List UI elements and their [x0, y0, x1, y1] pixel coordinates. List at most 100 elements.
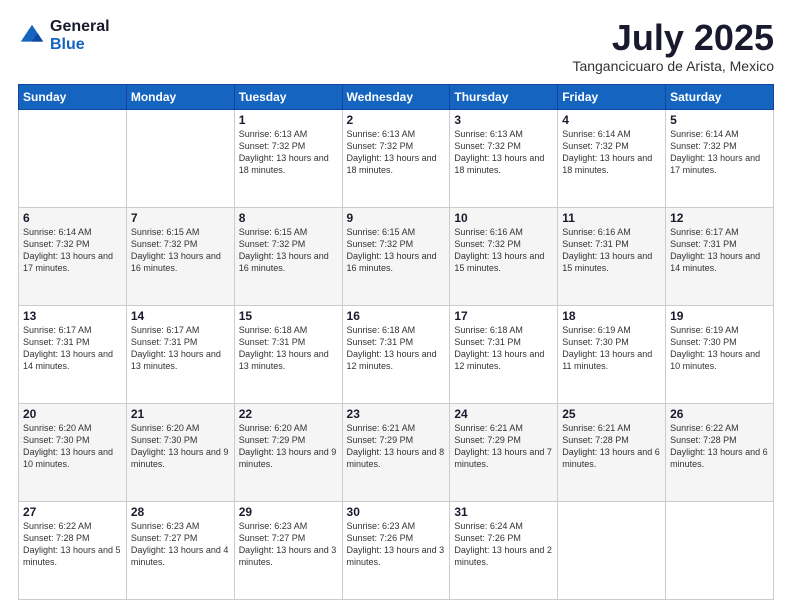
calendar-cell: 15Sunrise: 6:18 AMSunset: 7:31 PMDayligh… — [234, 305, 342, 403]
calendar-cell: 7Sunrise: 6:15 AMSunset: 7:32 PMDaylight… — [126, 207, 234, 305]
calendar-header-monday: Monday — [126, 84, 234, 109]
calendar-cell: 18Sunrise: 6:19 AMSunset: 7:30 PMDayligh… — [558, 305, 666, 403]
logo-icon — [18, 22, 46, 50]
day-number: 24 — [454, 407, 553, 421]
day-info: Sunrise: 6:21 AMSunset: 7:29 PMDaylight:… — [454, 422, 553, 471]
calendar-cell: 11Sunrise: 6:16 AMSunset: 7:31 PMDayligh… — [558, 207, 666, 305]
calendar-cell: 21Sunrise: 6:20 AMSunset: 7:30 PMDayligh… — [126, 403, 234, 501]
day-number: 26 — [670, 407, 769, 421]
calendar-header-sunday: Sunday — [19, 84, 127, 109]
logo-line2: Blue — [50, 36, 110, 54]
calendar-header-tuesday: Tuesday — [234, 84, 342, 109]
calendar-cell: 3Sunrise: 6:13 AMSunset: 7:32 PMDaylight… — [450, 109, 558, 207]
day-number: 5 — [670, 113, 769, 127]
calendar-cell: 6Sunrise: 6:14 AMSunset: 7:32 PMDaylight… — [19, 207, 127, 305]
calendar-cell: 9Sunrise: 6:15 AMSunset: 7:32 PMDaylight… — [342, 207, 450, 305]
day-info: Sunrise: 6:23 AMSunset: 7:27 PMDaylight:… — [131, 520, 230, 569]
calendar-cell: 30Sunrise: 6:23 AMSunset: 7:26 PMDayligh… — [342, 501, 450, 599]
day-info: Sunrise: 6:24 AMSunset: 7:26 PMDaylight:… — [454, 520, 553, 569]
subtitle: Tangancicuaro de Arista, Mexico — [572, 58, 774, 74]
day-number: 13 — [23, 309, 122, 323]
day-info: Sunrise: 6:23 AMSunset: 7:26 PMDaylight:… — [347, 520, 446, 569]
day-info: Sunrise: 6:15 AMSunset: 7:32 PMDaylight:… — [239, 226, 338, 275]
day-number: 29 — [239, 505, 338, 519]
day-info: Sunrise: 6:15 AMSunset: 7:32 PMDaylight:… — [347, 226, 446, 275]
day-number: 19 — [670, 309, 769, 323]
day-number: 31 — [454, 505, 553, 519]
calendar-cell: 8Sunrise: 6:15 AMSunset: 7:32 PMDaylight… — [234, 207, 342, 305]
day-info: Sunrise: 6:16 AMSunset: 7:32 PMDaylight:… — [454, 226, 553, 275]
day-info: Sunrise: 6:15 AMSunset: 7:32 PMDaylight:… — [131, 226, 230, 275]
calendar-table: SundayMondayTuesdayWednesdayThursdayFrid… — [18, 84, 774, 600]
day-number: 11 — [562, 211, 661, 225]
calendar-header-thursday: Thursday — [450, 84, 558, 109]
calendar-cell: 4Sunrise: 6:14 AMSunset: 7:32 PMDaylight… — [558, 109, 666, 207]
day-info: Sunrise: 6:20 AMSunset: 7:29 PMDaylight:… — [239, 422, 338, 471]
day-number: 16 — [347, 309, 446, 323]
day-number: 8 — [239, 211, 338, 225]
calendar-cell: 13Sunrise: 6:17 AMSunset: 7:31 PMDayligh… — [19, 305, 127, 403]
logo-text: General Blue — [50, 18, 110, 53]
day-number: 15 — [239, 309, 338, 323]
day-number: 21 — [131, 407, 230, 421]
calendar-cell: 20Sunrise: 6:20 AMSunset: 7:30 PMDayligh… — [19, 403, 127, 501]
calendar-week-1: 1Sunrise: 6:13 AMSunset: 7:32 PMDaylight… — [19, 109, 774, 207]
day-number: 7 — [131, 211, 230, 225]
calendar-cell: 2Sunrise: 6:13 AMSunset: 7:32 PMDaylight… — [342, 109, 450, 207]
day-number: 14 — [131, 309, 230, 323]
day-info: Sunrise: 6:14 AMSunset: 7:32 PMDaylight:… — [23, 226, 122, 275]
calendar-cell: 17Sunrise: 6:18 AMSunset: 7:31 PMDayligh… — [450, 305, 558, 403]
day-info: Sunrise: 6:18 AMSunset: 7:31 PMDaylight:… — [347, 324, 446, 373]
day-info: Sunrise: 6:17 AMSunset: 7:31 PMDaylight:… — [23, 324, 122, 373]
calendar-header-friday: Friday — [558, 84, 666, 109]
day-info: Sunrise: 6:23 AMSunset: 7:27 PMDaylight:… — [239, 520, 338, 569]
day-info: Sunrise: 6:14 AMSunset: 7:32 PMDaylight:… — [562, 128, 661, 177]
calendar-cell: 14Sunrise: 6:17 AMSunset: 7:31 PMDayligh… — [126, 305, 234, 403]
day-number: 4 — [562, 113, 661, 127]
calendar-cell: 25Sunrise: 6:21 AMSunset: 7:28 PMDayligh… — [558, 403, 666, 501]
calendar-header-row: SundayMondayTuesdayWednesdayThursdayFrid… — [19, 84, 774, 109]
calendar-cell: 27Sunrise: 6:22 AMSunset: 7:28 PMDayligh… — [19, 501, 127, 599]
calendar-cell: 12Sunrise: 6:17 AMSunset: 7:31 PMDayligh… — [666, 207, 774, 305]
day-info: Sunrise: 6:22 AMSunset: 7:28 PMDaylight:… — [670, 422, 769, 471]
day-info: Sunrise: 6:14 AMSunset: 7:32 PMDaylight:… — [670, 128, 769, 177]
calendar-cell: 19Sunrise: 6:19 AMSunset: 7:30 PMDayligh… — [666, 305, 774, 403]
header: General Blue July 2025 Tangancicuaro de … — [18, 18, 774, 74]
calendar-cell: 10Sunrise: 6:16 AMSunset: 7:32 PMDayligh… — [450, 207, 558, 305]
calendar-week-3: 13Sunrise: 6:17 AMSunset: 7:31 PMDayligh… — [19, 305, 774, 403]
title-block: July 2025 Tangancicuaro de Arista, Mexic… — [572, 18, 774, 74]
day-number: 1 — [239, 113, 338, 127]
logo: General Blue — [18, 18, 110, 53]
day-number: 2 — [347, 113, 446, 127]
day-info: Sunrise: 6:19 AMSunset: 7:30 PMDaylight:… — [670, 324, 769, 373]
calendar-header-saturday: Saturday — [666, 84, 774, 109]
calendar-cell: 31Sunrise: 6:24 AMSunset: 7:26 PMDayligh… — [450, 501, 558, 599]
day-info: Sunrise: 6:18 AMSunset: 7:31 PMDaylight:… — [454, 324, 553, 373]
day-number: 6 — [23, 211, 122, 225]
calendar-header-wednesday: Wednesday — [342, 84, 450, 109]
day-info: Sunrise: 6:18 AMSunset: 7:31 PMDaylight:… — [239, 324, 338, 373]
calendar-cell — [126, 109, 234, 207]
day-info: Sunrise: 6:21 AMSunset: 7:28 PMDaylight:… — [562, 422, 661, 471]
main-title: July 2025 — [572, 18, 774, 58]
calendar-cell: 24Sunrise: 6:21 AMSunset: 7:29 PMDayligh… — [450, 403, 558, 501]
calendar-cell — [19, 109, 127, 207]
day-info: Sunrise: 6:13 AMSunset: 7:32 PMDaylight:… — [239, 128, 338, 177]
day-number: 17 — [454, 309, 553, 323]
day-info: Sunrise: 6:20 AMSunset: 7:30 PMDaylight:… — [23, 422, 122, 471]
calendar-cell: 28Sunrise: 6:23 AMSunset: 7:27 PMDayligh… — [126, 501, 234, 599]
day-number: 3 — [454, 113, 553, 127]
calendar-week-2: 6Sunrise: 6:14 AMSunset: 7:32 PMDaylight… — [19, 207, 774, 305]
calendar-week-4: 20Sunrise: 6:20 AMSunset: 7:30 PMDayligh… — [19, 403, 774, 501]
day-number: 12 — [670, 211, 769, 225]
day-number: 28 — [131, 505, 230, 519]
calendar-cell: 16Sunrise: 6:18 AMSunset: 7:31 PMDayligh… — [342, 305, 450, 403]
day-number: 20 — [23, 407, 122, 421]
day-number: 27 — [23, 505, 122, 519]
day-info: Sunrise: 6:20 AMSunset: 7:30 PMDaylight:… — [131, 422, 230, 471]
calendar-week-5: 27Sunrise: 6:22 AMSunset: 7:28 PMDayligh… — [19, 501, 774, 599]
day-number: 9 — [347, 211, 446, 225]
day-info: Sunrise: 6:13 AMSunset: 7:32 PMDaylight:… — [454, 128, 553, 177]
day-number: 23 — [347, 407, 446, 421]
calendar-cell: 22Sunrise: 6:20 AMSunset: 7:29 PMDayligh… — [234, 403, 342, 501]
